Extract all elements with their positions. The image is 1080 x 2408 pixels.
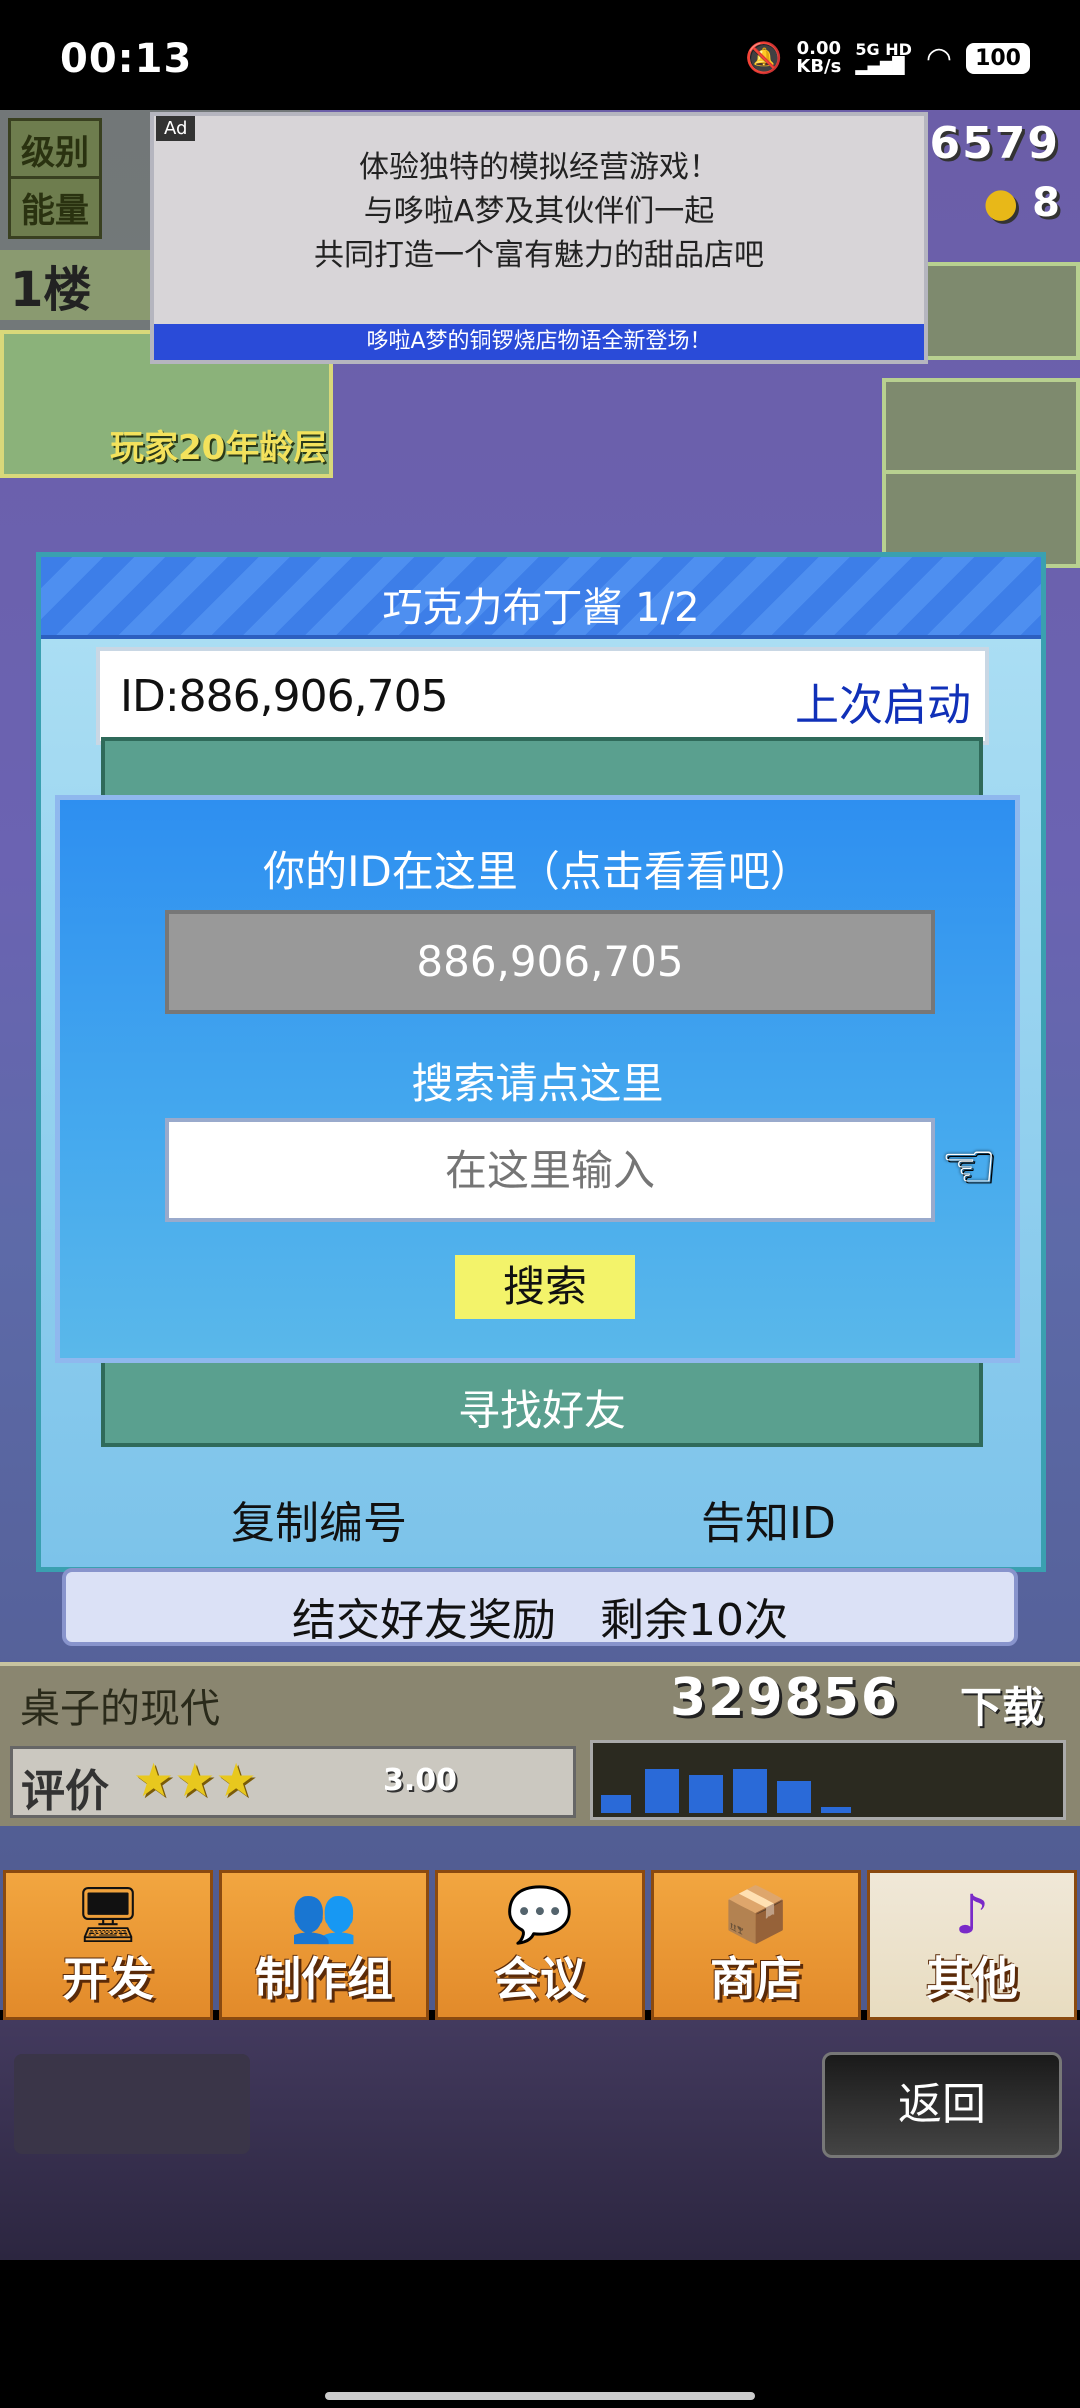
ad-text: 体验独特的模拟经营游戏！ 与哆啦A梦及其伙伴们一起 共同打造一个富有魅力的甜品店… — [314, 150, 764, 273]
money-counter: 6579 — [929, 118, 1060, 169]
graph-bar — [601, 1795, 631, 1813]
search-button[interactable]: 搜索 — [455, 1255, 635, 1319]
game-info-bar: 桌子的现代 329856 下载 评价 ★★★ 3.00 — [0, 1662, 1080, 1826]
menu-develop[interactable]: 🖥 开发 — [3, 1870, 213, 2020]
status-bar: 00:13 🔕 0.00 KB/s 5G HD ▂▄▆█ ◠ 100 — [0, 0, 1080, 110]
bottom-bar: 返回 — [0, 2020, 1080, 2260]
staff-card[interactable] — [882, 378, 1080, 476]
menu-meeting[interactable]: 💬 会议 — [435, 1870, 645, 2020]
rating-stars: ★★★ — [133, 1753, 257, 1807]
graph-bar — [733, 1769, 767, 1813]
back-button[interactable]: 返回 — [822, 2052, 1062, 2158]
mute-icon: 🔕 — [745, 40, 783, 76]
music-note-icon: ♪ — [954, 1883, 990, 1946]
ad-strip: 哆啦A梦的铜锣烧店物语全新登场！ — [154, 324, 924, 360]
my-id-field[interactable]: 886,906,705 — [165, 910, 935, 1014]
copy-id-button[interactable]: 复制编号 — [231, 1487, 407, 1551]
graph-bar — [821, 1807, 851, 1813]
download-unit: 下载 — [960, 1683, 1045, 1732]
friend-reward-bar: 结交好友奖励 剩余10次 — [62, 1568, 1018, 1646]
id-card: ID:886,906,705 上次启动 — [96, 647, 989, 745]
signal-icon: 5G HD ▂▄▆█ — [855, 40, 912, 75]
meeting-icon: 💬 — [506, 1883, 574, 1946]
last-login-link[interactable]: 上次启动 — [795, 669, 971, 733]
ad-banner[interactable]: 体验独特的模拟经营游戏！ 与哆啦A梦及其伙伴们一起 共同打造一个富有魅力的甜品店… — [150, 112, 928, 364]
rating-label: 评价 — [21, 1766, 109, 1817]
find-friend-button[interactable]: 寻找好友 — [105, 1377, 979, 1438]
status-icons: 🔕 0.00 KB/s 5G HD ▂▄▆█ ◠ 100 — [745, 38, 1030, 78]
menu-other[interactable]: ♪ 其他 — [867, 1870, 1077, 2020]
empty-slot — [14, 2054, 250, 2154]
graph-bar — [689, 1775, 723, 1813]
team-icon: 👥 — [290, 1883, 358, 1946]
id-search-dialog: 你的ID在这里（点击看看吧） 886,906,705 搜索请点这里 ☜ 搜索 — [55, 795, 1020, 1363]
graph-bar — [645, 1769, 679, 1813]
panel-actions: 复制编号 告知ID — [41, 1477, 1041, 1563]
download-count: 329856 — [670, 1668, 900, 1728]
panel-header: 巧克力布丁酱 1/2 — [41, 557, 1041, 639]
search-heading: 搜索请点这里 — [411, 1059, 664, 1108]
search-input[interactable] — [165, 1118, 935, 1222]
menu-team[interactable]: 👥 制作组 — [219, 1870, 429, 2020]
energy-label: 能量 — [8, 176, 102, 239]
id-heading: 你的ID在这里（点击看看吧） — [263, 847, 812, 896]
wifi-icon: ◠ — [925, 40, 953, 76]
rating-box: 评价 ★★★ 3.00 — [10, 1746, 576, 1818]
computer-icon: 🖥 — [73, 1883, 143, 1946]
main-menu: 🖥 开发 👥 制作组 💬 会议 📦 商店 ♪ 其他 — [0, 1870, 1080, 2020]
age-badge-label: 玩家20年龄层 — [110, 428, 328, 468]
panel-title: 巧克力布丁酱 1/2 — [382, 585, 700, 631]
graph-bar — [777, 1781, 811, 1813]
coin-counter: ● 8 — [983, 180, 1060, 226]
player-id: ID:886,906,705 — [120, 671, 449, 722]
home-indicator[interactable] — [325, 2392, 755, 2400]
rating-score: 3.00 — [383, 1763, 458, 1798]
status-time: 00:13 — [60, 36, 193, 82]
coin-icon: ● — [983, 180, 1019, 226]
net-speed: 0.00 KB/s — [796, 38, 842, 77]
level-label: 级别 — [8, 118, 102, 181]
shop-icon: 📦 — [722, 1883, 790, 1946]
battery-icon: 100 — [966, 42, 1030, 74]
menu-shop[interactable]: 📦 商店 — [651, 1870, 861, 2020]
share-id-button[interactable]: 告知ID — [701, 1487, 836, 1551]
sales-graph — [590, 1740, 1066, 1820]
game-title: 桌子的现代 — [20, 1686, 220, 1732]
pointing-hand-icon: ☜ — [940, 1130, 998, 1204]
ad-tag: Ad — [156, 116, 196, 141]
reward-text: 结交好友奖励 剩余10次 — [292, 1595, 788, 1646]
